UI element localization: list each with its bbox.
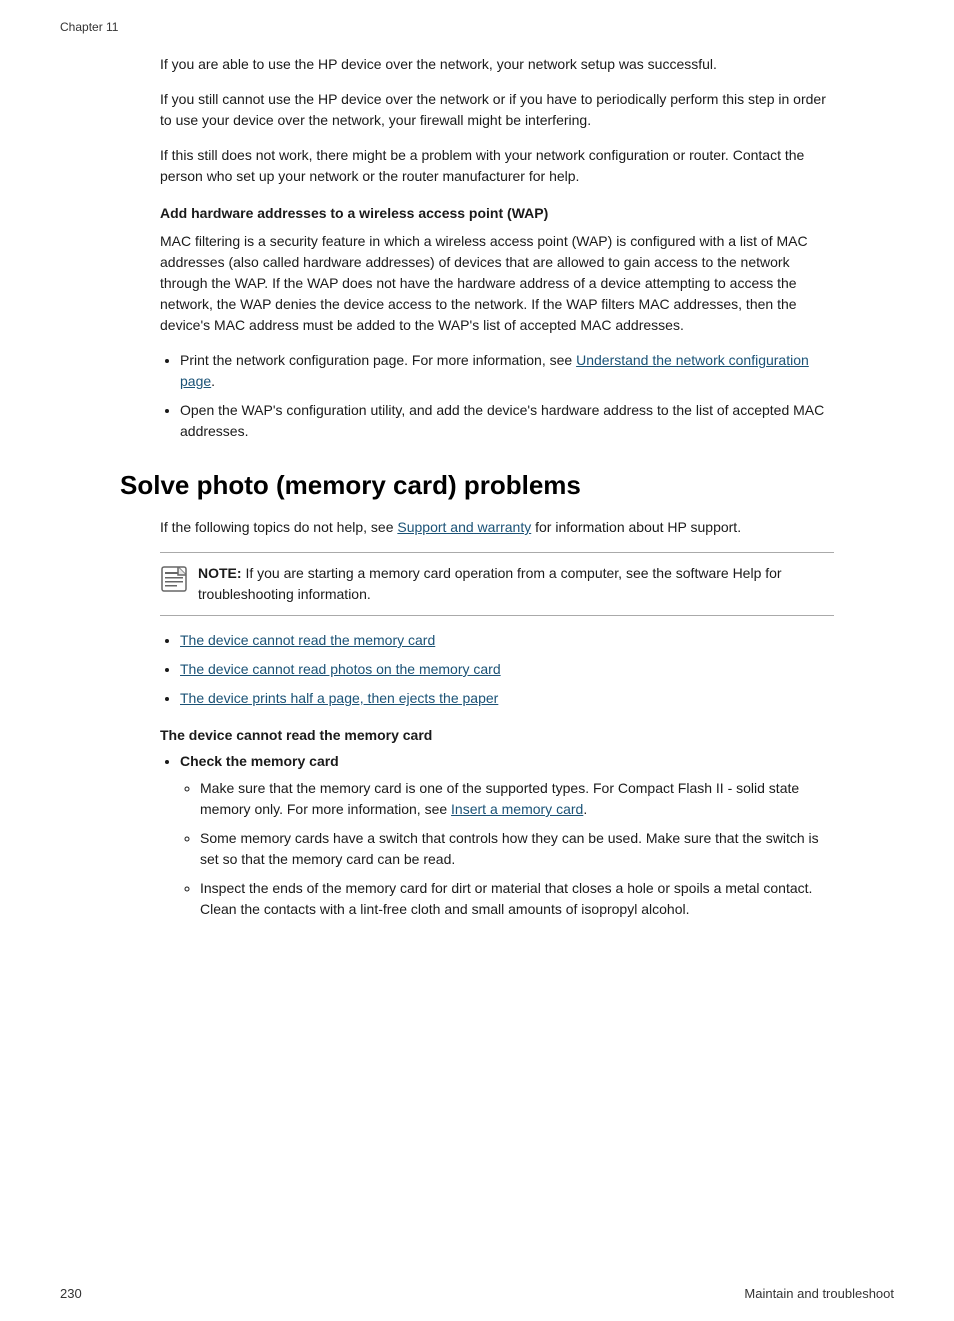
solve-section-content: If the following topics do not help, see… <box>160 517 834 920</box>
paragraph-2: If you still cannot use the HP device ov… <box>160 89 834 131</box>
content-block: If you are able to use the HP device ove… <box>160 54 834 442</box>
footer-section-label: Maintain and troubleshoot <box>744 1286 894 1301</box>
sub-bullet-2-text: Some memory cards have a switch that con… <box>200 830 819 867</box>
solve-link-item-1: The device cannot read the memory card <box>180 630 834 651</box>
solve-link-item-3: The device prints half a page, then ejec… <box>180 688 834 709</box>
wap-section: Add hardware addresses to a wireless acc… <box>160 205 834 442</box>
device-cannot-read-section: The device cannot read the memory card C… <box>160 727 834 920</box>
note-text: If you are starting a memory card operat… <box>198 565 782 602</box>
wap-bullet-1: Print the network configuration page. Fo… <box>180 350 834 392</box>
wap-bullets: Print the network configuration page. Fo… <box>180 350 834 442</box>
support-warranty-link[interactable]: Support and warranty <box>397 519 531 535</box>
check-memory-item: Check the memory card Make sure that the… <box>180 751 834 920</box>
solve-main-heading: Solve photo (memory card) problems <box>120 470 894 501</box>
check-memory-label: Check the memory card <box>180 753 339 769</box>
page-footer: 230 Maintain and troubleshoot <box>60 1286 894 1301</box>
page-number: 230 <box>60 1286 82 1301</box>
prints-half-page-link[interactable]: The device prints half a page, then ejec… <box>180 690 498 706</box>
memory-card-photos-link[interactable]: The device cannot read photos on the mem… <box>180 661 501 677</box>
wap-bullet-1-text-before: Print the network configuration page. Fo… <box>180 352 576 368</box>
solve-link-item-2: The device cannot read photos on the mem… <box>180 659 834 680</box>
wap-bullet-1-text-after: . <box>211 373 215 389</box>
insert-memory-card-link[interactable]: Insert a memory card <box>451 801 583 817</box>
sub-bullet-2: Some memory cards have a switch that con… <box>200 828 834 870</box>
sub-bullet-1: Make sure that the memory card is one of… <box>200 778 834 820</box>
note-box: NOTE: If you are starting a memory card … <box>160 552 834 616</box>
sub-bullet-1-text-after: . <box>583 801 587 817</box>
paragraph-1: If you are able to use the HP device ove… <box>160 54 834 75</box>
check-memory-bullets: Check the memory card Make sure that the… <box>180 751 834 920</box>
wap-bullet-2-text: Open the WAP's configuration utility, an… <box>180 402 824 439</box>
solve-intro-before: If the following topics do not help, see <box>160 519 397 535</box>
note-content: NOTE: If you are starting a memory card … <box>198 563 834 605</box>
solve-intro-after: for information about HP support. <box>531 519 741 535</box>
paragraph-3: If this still does not work, there might… <box>160 145 834 187</box>
solve-intro: If the following topics do not help, see… <box>160 517 834 538</box>
sub-memory-bullets: Make sure that the memory card is one of… <box>200 778 834 920</box>
wap-bullet-2: Open the WAP's configuration utility, an… <box>180 400 834 442</box>
wap-heading: Add hardware addresses to a wireless acc… <box>160 205 834 221</box>
note-icon <box>160 565 188 593</box>
page-container: Chapter 11 If you are able to use the HP… <box>0 0 954 1321</box>
note-label: NOTE: <box>198 565 242 581</box>
solve-links-list: The device cannot read the memory card T… <box>180 630 834 709</box>
sub-bullet-3: Inspect the ends of the memory card for … <box>200 878 834 920</box>
wap-body: MAC filtering is a security feature in w… <box>160 231 834 336</box>
device-cannot-read-heading: The device cannot read the memory card <box>160 727 834 743</box>
chapter-label: Chapter 11 <box>60 20 894 34</box>
sub-bullet-3-text: Inspect the ends of the memory card for … <box>200 880 812 917</box>
memory-card-read-link[interactable]: The device cannot read the memory card <box>180 632 435 648</box>
